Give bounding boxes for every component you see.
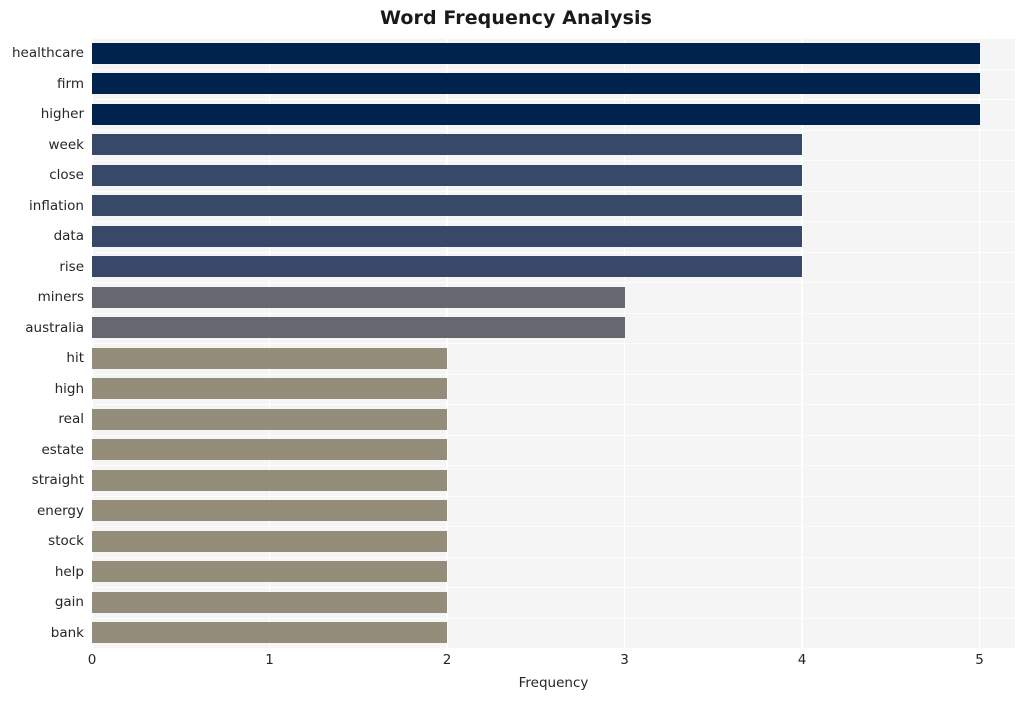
y-tick-label: data (53, 228, 84, 245)
chart-figure: Word Frequency Analysis healthcare firm hi… (0, 0, 1032, 701)
x-tick-label: 5 (975, 652, 984, 668)
bar (92, 73, 980, 95)
bar (92, 195, 802, 217)
y-tick-label: high (54, 380, 84, 397)
gridline-vertical (801, 38, 803, 648)
chart-title: Word Frequency Analysis (379, 7, 653, 29)
y-tick-label: estate (41, 441, 84, 458)
gridline-horizontal (92, 495, 1015, 497)
bar (92, 347, 447, 369)
bar (92, 622, 447, 644)
x-tick-label: 4 (797, 652, 807, 668)
bar (92, 530, 447, 552)
gridline-horizontal (92, 617, 1015, 619)
y-tick-label: hit (66, 350, 84, 367)
y-tick-label: rise (59, 258, 84, 275)
gridline-horizontal (92, 587, 1015, 589)
gridline-horizontal (92, 129, 1015, 131)
gridline-vertical (978, 38, 981, 648)
bar (92, 134, 802, 156)
bar (92, 164, 802, 186)
x-tick-label: 0 (87, 652, 97, 668)
y-tick-label: healthcare (12, 45, 84, 62)
bar (92, 225, 802, 247)
plot-area (92, 38, 1015, 648)
y-tick-label: close (49, 167, 84, 184)
bar (92, 591, 447, 613)
gridline-horizontal (92, 404, 1015, 406)
y-tick-label: bank (50, 624, 84, 641)
gridline-vertical (268, 38, 271, 648)
gridline-horizontal (92, 221, 1015, 223)
x-axis-tick-labels: 0 1 2 3 4 5 (0, 652, 1032, 672)
gridline-vertical (446, 38, 448, 648)
gridline-horizontal (92, 68, 1015, 70)
y-tick-label: gain (54, 594, 84, 611)
y-tick-label: straight (31, 472, 84, 489)
y-tick-label: stock (48, 533, 84, 550)
x-tick-label: 2 (442, 652, 452, 668)
gridline-vertical (92, 38, 93, 648)
bar (92, 256, 802, 278)
bar (92, 469, 447, 491)
gridline-horizontal (92, 38, 1015, 40)
gridline-horizontal (92, 343, 1015, 345)
y-tick-label: firm (57, 75, 84, 92)
gridline-vertical (623, 38, 626, 648)
gridline-horizontal (92, 465, 1015, 467)
y-tick-label: energy (36, 502, 84, 519)
gridline-horizontal (92, 190, 1015, 192)
x-axis-label: Frequency (518, 675, 589, 691)
bar (92, 408, 447, 430)
x-tick-label: 1 (265, 652, 274, 668)
y-tick-label: inflation (29, 197, 84, 214)
gridline-horizontal (92, 160, 1015, 162)
gridline-horizontal (92, 373, 1015, 375)
bar (92, 500, 447, 522)
gridline-horizontal (92, 434, 1015, 436)
bar (92, 317, 625, 339)
gridline-horizontal (92, 312, 1015, 314)
y-tick-label: help (54, 563, 84, 580)
bar (92, 439, 447, 461)
bar (92, 561, 447, 583)
y-tick-label: real (58, 411, 84, 428)
bar (92, 286, 625, 308)
gridline-horizontal (92, 99, 1015, 101)
y-tick-label: week (48, 136, 84, 153)
y-tick-label: higher (40, 106, 84, 123)
x-tick-label: 3 (620, 652, 629, 668)
gridline-horizontal (92, 526, 1015, 528)
y-tick-label: miners (37, 289, 84, 306)
y-tick-label: australia (25, 319, 84, 336)
gridline-horizontal (92, 251, 1015, 253)
y-axis-tick-labels: healthcare firm higher week close inflation da… (0, 38, 84, 648)
bar (92, 378, 447, 400)
gridline-horizontal (92, 282, 1015, 284)
bar (92, 42, 980, 64)
gridline-horizontal (92, 556, 1015, 558)
bar (92, 103, 980, 125)
